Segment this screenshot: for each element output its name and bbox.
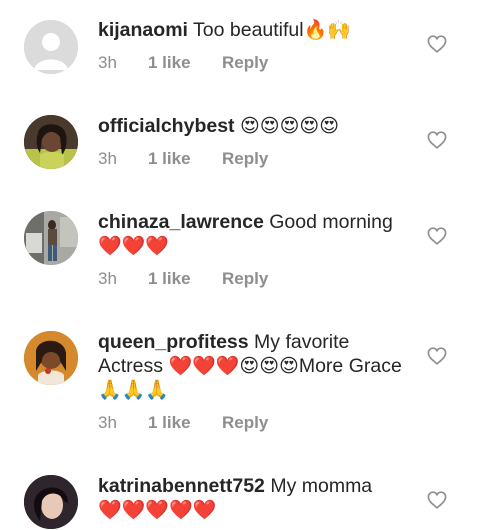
comment-username[interactable]: chinaza_lawrence [98,211,264,233]
comment-meta: 3h 1 like Reply [98,149,268,169]
comment-likes[interactable]: 1 like [148,149,222,169]
comment-meta: 3h 1 like Reply [98,53,268,73]
comment-emoji: ❤️❤️❤️ [98,235,169,257]
avatar[interactable] [24,211,78,265]
comment-body: kijanaomi Too beautiful🔥🙌 3h 1 like Reply [98,18,408,72]
comment-likes[interactable]: 1 like [148,269,222,289]
comment-likes[interactable]: 1 like [148,53,222,73]
comment-time: 3h [98,269,117,288]
comment-text: queen_profitess My favorite Actress ❤️❤️… [98,330,408,402]
comment-message: My momma [264,475,373,497]
avatar[interactable] [24,115,78,169]
comment-body: officialchybest 😍😍😍😍😍 3h 1 like Reply [98,114,408,168]
profile-photo [24,331,78,385]
comment-body: chinaza_lawrence Good morning ❤️❤️❤️ 3h 1 … [98,210,408,288]
comment-text: katrinabennett752 My momma ❤️❤️❤️❤️❤️ [98,474,408,522]
default-avatar-icon [24,20,78,74]
like-heart-icon[interactable] [427,227,447,245]
avatar[interactable] [24,20,78,74]
profile-photo [24,211,78,265]
comment-meta: 3h 1 like Reply [98,413,268,433]
comment-emoji: 😍😍😍😍😍 [239,115,340,137]
comment-emoji: ❤️❤️❤️❤️❤️ [98,499,217,521]
comment-time: 3h [98,149,117,168]
comment-username[interactable]: officialchybest [98,115,235,137]
comment-time: 3h [98,53,117,72]
comment-time: 3h [98,413,117,432]
like-heart-icon[interactable] [427,35,447,53]
comment-username[interactable]: queen_profitess [98,331,249,353]
like-heart-icon[interactable] [427,131,447,149]
comment-emoji: 🔥🙌 [303,19,351,41]
comment-emoji-continued: 🙏🙏🙏 [98,379,169,401]
like-heart-icon[interactable] [427,347,447,365]
comment-body: katrinabennett752 My momma ❤️❤️❤️❤️❤️ [98,474,408,522]
comment-text: officialchybest 😍😍😍😍😍 [98,114,408,138]
comment-text: kijanaomi Too beautiful🔥🙌 [98,18,408,42]
comment-body: queen_profitess My favorite Actress ❤️❤️… [98,330,408,432]
comment-message: Too beautiful [187,19,304,41]
profile-photo [24,475,78,529]
reply-button[interactable]: Reply [222,53,268,73]
comment-message-continued: More Grace [298,355,402,377]
reply-button[interactable]: Reply [222,269,268,289]
comment-text: chinaza_lawrence Good morning ❤️❤️❤️ [98,210,408,258]
comment-username[interactable]: katrinabennett752 [98,475,265,497]
comment-emoji: ❤️❤️❤️😍😍😍 [168,355,299,377]
comment-message: Good morning [263,211,393,233]
avatar[interactable] [24,331,78,385]
reply-button[interactable]: Reply [222,149,268,169]
avatar[interactable] [24,475,78,529]
comment-likes[interactable]: 1 like [148,413,222,433]
like-heart-icon[interactable] [427,491,447,509]
comment-meta: 3h 1 like Reply [98,269,268,289]
profile-photo [24,115,78,169]
reply-button[interactable]: Reply [222,413,268,433]
comment-username[interactable]: kijanaomi [98,19,188,41]
